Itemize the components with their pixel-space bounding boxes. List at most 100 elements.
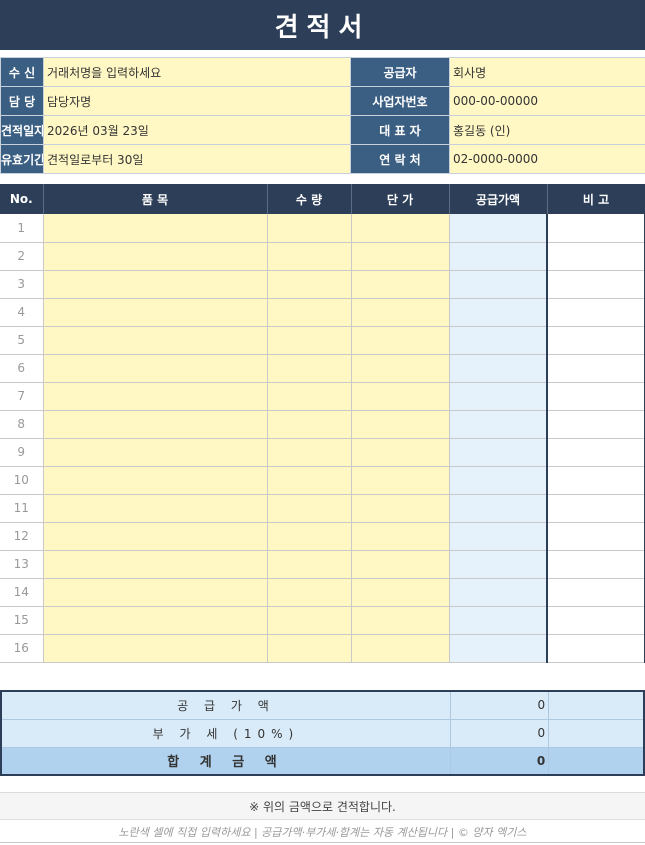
item-qty-cell[interactable] — [267, 214, 352, 243]
info-left-value[interactable]: 2026년 03월 23일 — [43, 115, 351, 145]
header-qty: 수 량 — [267, 184, 352, 214]
item-qty-cell[interactable] — [267, 606, 352, 635]
table-row: 12 — [0, 522, 645, 551]
item-price-cell[interactable] — [351, 522, 450, 551]
item-qty-cell[interactable] — [267, 242, 352, 271]
item-note-cell[interactable] — [546, 522, 645, 551]
item-note-cell[interactable] — [546, 214, 645, 243]
item-price-cell[interactable] — [351, 606, 450, 635]
item-amount-cell — [449, 410, 548, 439]
item-qty-cell[interactable] — [267, 578, 352, 607]
summary-total-value: 0 — [449, 747, 549, 776]
summary-supply-label: 공 급 가 액 — [1, 691, 451, 720]
item-no-cell: 2 — [0, 242, 44, 271]
estimate-note: ※ 위의 금액으로 견적합니다. — [0, 792, 645, 820]
item-name-cell[interactable] — [43, 606, 268, 635]
item-price-cell[interactable] — [351, 494, 450, 523]
info-right-label: 대 표 자 — [350, 115, 450, 145]
item-name-cell[interactable] — [43, 522, 268, 551]
item-amount-cell — [449, 606, 548, 635]
info-left-value[interactable]: 견적일로부터 30일 — [43, 144, 351, 174]
item-amount-cell — [449, 466, 548, 495]
item-qty-cell[interactable] — [267, 522, 352, 551]
item-amount-cell — [449, 438, 548, 467]
item-price-cell[interactable] — [351, 298, 450, 327]
item-note-cell[interactable] — [546, 242, 645, 271]
table-row: 4 — [0, 298, 645, 327]
info-row: 수 신 거래처명을 입력하세요 공급자 회사명 — [0, 57, 645, 87]
item-note-cell[interactable] — [546, 494, 645, 523]
item-name-cell[interactable] — [43, 270, 268, 299]
item-no-cell: 14 — [0, 578, 44, 607]
item-price-cell[interactable] — [351, 410, 450, 439]
item-name-cell[interactable] — [43, 466, 268, 495]
item-no-cell: 16 — [0, 634, 44, 663]
item-qty-cell[interactable] — [267, 270, 352, 299]
item-qty-cell[interactable] — [267, 326, 352, 355]
item-name-cell[interactable] — [43, 550, 268, 579]
info-left-value[interactable]: 담당자명 — [43, 86, 351, 116]
item-note-cell[interactable] — [546, 634, 645, 663]
item-price-cell[interactable] — [351, 382, 450, 411]
item-price-cell[interactable] — [351, 214, 450, 243]
item-note-cell[interactable] — [546, 550, 645, 579]
table-row: 10 — [0, 466, 645, 495]
item-note-cell[interactable] — [546, 438, 645, 467]
item-qty-cell[interactable] — [267, 354, 352, 383]
item-note-cell[interactable] — [546, 298, 645, 327]
item-qty-cell[interactable] — [267, 438, 352, 467]
item-note-cell[interactable] — [546, 606, 645, 635]
item-no-cell: 7 — [0, 382, 44, 411]
item-name-cell[interactable] — [43, 578, 268, 607]
item-note-cell[interactable] — [546, 270, 645, 299]
item-amount-cell — [449, 382, 548, 411]
item-price-cell[interactable] — [351, 578, 450, 607]
item-qty-cell[interactable] — [267, 634, 352, 663]
item-name-cell[interactable] — [43, 214, 268, 243]
item-name-cell[interactable] — [43, 494, 268, 523]
item-no-cell: 13 — [0, 550, 44, 579]
item-price-cell[interactable] — [351, 354, 450, 383]
item-amount-cell — [449, 326, 548, 355]
item-price-cell[interactable] — [351, 270, 450, 299]
item-price-cell[interactable] — [351, 466, 450, 495]
item-note-cell[interactable] — [546, 466, 645, 495]
item-price-cell[interactable] — [351, 438, 450, 467]
item-note-cell[interactable] — [546, 410, 645, 439]
item-name-cell[interactable] — [43, 634, 268, 663]
item-price-cell[interactable] — [351, 242, 450, 271]
item-name-cell[interactable] — [43, 410, 268, 439]
summary-vat-row: 부 가 세 (10%) 0 — [1, 719, 644, 748]
info-right-value[interactable]: 홍길동 (인) — [449, 115, 645, 145]
item-amount-cell — [449, 578, 548, 607]
info-right-value[interactable]: 02-0000-0000 — [449, 144, 645, 174]
item-note-cell[interactable] — [546, 578, 645, 607]
table-row: 1 — [0, 214, 645, 243]
item-price-cell[interactable] — [351, 550, 450, 579]
summary-total-blank — [548, 747, 644, 776]
item-name-cell[interactable] — [43, 354, 268, 383]
item-no-cell: 3 — [0, 270, 44, 299]
item-qty-cell[interactable] — [267, 410, 352, 439]
item-qty-cell[interactable] — [267, 382, 352, 411]
summary-vat-blank — [548, 719, 644, 748]
item-qty-cell[interactable] — [267, 494, 352, 523]
item-note-cell[interactable] — [546, 326, 645, 355]
header-amount: 공급가액 — [449, 184, 548, 214]
item-note-cell[interactable] — [546, 354, 645, 383]
item-name-cell[interactable] — [43, 438, 268, 467]
item-qty-cell[interactable] — [267, 466, 352, 495]
info-right-value[interactable]: 회사명 — [449, 57, 645, 87]
item-name-cell[interactable] — [43, 242, 268, 271]
info-right-value[interactable]: 000-00-00000 — [449, 86, 645, 116]
info-left-value[interactable]: 거래처명을 입력하세요 — [43, 57, 351, 87]
item-price-cell[interactable] — [351, 634, 450, 663]
item-qty-cell[interactable] — [267, 550, 352, 579]
item-price-cell[interactable] — [351, 326, 450, 355]
item-qty-cell[interactable] — [267, 298, 352, 327]
item-name-cell[interactable] — [43, 326, 268, 355]
info-row: 유효기간 견적일로부터 30일 연 락 처 02-0000-0000 — [0, 144, 645, 174]
item-name-cell[interactable] — [43, 298, 268, 327]
item-name-cell[interactable] — [43, 382, 268, 411]
item-note-cell[interactable] — [546, 382, 645, 411]
